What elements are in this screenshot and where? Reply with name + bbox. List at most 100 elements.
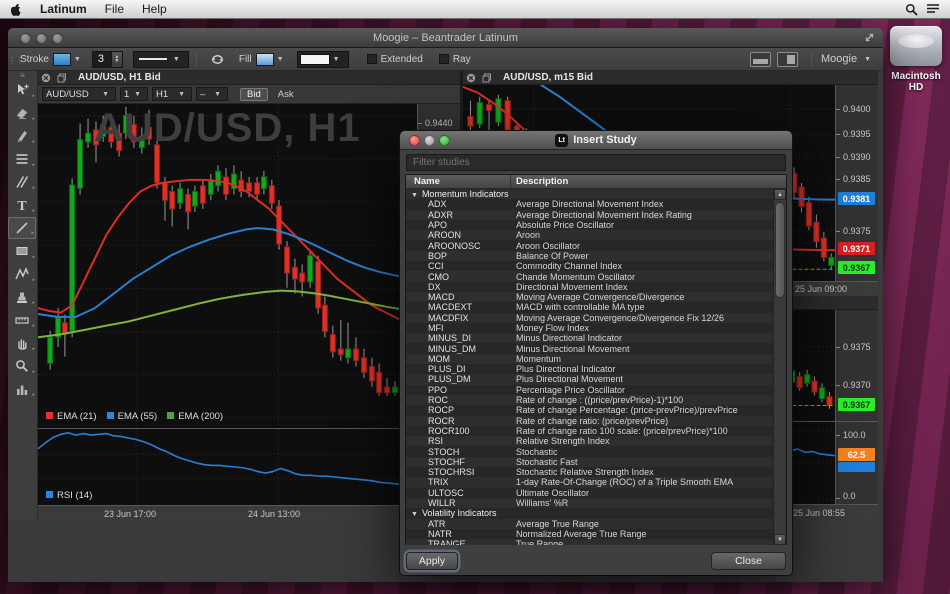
study-row[interactable]: ROCP Rate of change Percentage: (price-pr… [406,405,773,416]
chart-bottom-price-axis[interactable]: 0.9375 0.9370 0.9367 100.0 62.5 0.0 [835,310,878,504]
study-row[interactable]: MFI Money Flow Index [406,322,773,334]
tool-hand-icon[interactable]: ▸ [8,332,36,354]
study-row[interactable]: ROCR Rate of change ratio: (price/prevPri… [406,415,773,426]
table-header[interactable]: Name Description [406,175,786,189]
scroll-down-icon[interactable]: ▼ [774,534,786,545]
study-row[interactable]: PLUS_DI Plus Directional Indicator [406,364,773,375]
study-row[interactable]: NATR Normalized Average True Range [406,528,773,540]
column-name[interactable]: Name [406,175,511,188]
study-row[interactable]: PPO Percentage Price Oscillator [406,384,773,395]
tool-histogram-icon[interactable]: ▸ [8,378,36,400]
study-row[interactable]: CMO Chande Momentum Oscillator [406,271,773,282]
layout-vertical-split-button[interactable] [776,51,798,67]
close-window-button[interactable] [20,33,31,44]
layout-horizontal-split-button[interactable] [749,51,771,67]
close-chart-icon[interactable] [466,73,476,83]
study-row[interactable]: BOP Balance Of Power [406,250,773,262]
tool-h-lines-icon[interactable]: ▸ [8,148,36,170]
second-color-select[interactable]: ▼ [296,50,349,68]
study-row[interactable]: AROONOSC Aroon Oscillator [406,240,773,251]
study-row[interactable]: MOM Momentum [406,353,773,365]
profile-dropdown-arrow[interactable]: ▼ [864,56,871,63]
study-row[interactable]: ADXR Average Directional Movement Index R… [406,209,773,220]
disclosure-triangle-icon[interactable]: ▼ [411,192,418,199]
minimize-window-button[interactable] [36,33,47,44]
study-row[interactable]: MACDFIX Moving Average Convergence/Diverg… [406,312,773,323]
study-row[interactable]: MINUS_DI Minus Directional Indicator [406,333,773,344]
tool-parallel-lines-icon[interactable]: ▸ [8,171,36,193]
stroke-color-dropdown-arrow[interactable]: ▼ [74,56,81,63]
close-button[interactable]: Close [711,552,786,570]
stroke-width-stepper[interactable]: 3 ▲ ▼ [91,50,123,68]
dialog-zoom-button[interactable] [439,135,450,146]
filter-studies-input[interactable] [406,154,786,171]
style-select[interactable]: – ▼ [196,87,228,101]
ray-checkbox[interactable] [438,54,449,64]
apply-button[interactable]: Apply [406,552,458,570]
study-row[interactable]: AROON Aroon [406,230,773,241]
study-row[interactable]: STOCHF Stochastic Fast [406,456,773,468]
expand-window-icon[interactable] [864,32,875,43]
timeframe-select[interactable]: H1 ▼ [152,87,192,101]
chart-h1-price-pane[interactable]: AUD/USD, H1 EMA (21) EMA (55) EMA (200) [38,104,417,428]
chart-h1-time-axis[interactable]: 23 Jun 17:00 24 Jun 13:00 [38,505,460,521]
chart-h1-tab-bar[interactable]: AUD/USD, H1 Bid [38,71,460,85]
study-row[interactable]: APO Absolute Price Oscillator [406,219,773,231]
dialog-title-bar[interactable]: Lt Insert Study [400,131,792,150]
tool-magnifier-icon[interactable]: ▸ [8,355,36,377]
bid-button[interactable]: Bid [240,87,268,101]
study-group-row[interactable]: ▼ Volatility Indicators [406,508,773,519]
toolbar-grip[interactable]: ⋮⋮ [8,56,24,64]
column-description[interactable]: Description [511,175,786,188]
study-row[interactable]: ADX Average Directional Movement Index [406,199,773,210]
study-row[interactable]: MACD Moving Average Convergence/Divergenc… [406,291,773,303]
restore-chart-icon[interactable] [482,73,492,83]
tool-ruler-icon[interactable]: ▸ [8,309,36,331]
disclosure-triangle-icon[interactable]: ▼ [411,511,418,518]
study-group-row[interactable]: ▼ Momentum Indicators [406,189,773,200]
fill-color-dropdown-arrow[interactable]: ▼ [277,56,284,63]
desktop-drive-icon[interactable]: Macintosh HD [884,26,948,93]
chart-m15-tab-bar[interactable]: AUD/USD, m15 Bid [463,71,878,85]
study-row[interactable]: RSI Relative Strength Index [406,436,773,447]
ask-button[interactable]: Ask [278,89,294,100]
study-row[interactable]: CCI Commodity Channel Index [406,261,773,272]
tool-stamp-icon[interactable]: ▸ [8,286,36,308]
restore-chart-icon[interactable] [57,73,67,83]
scrollbar[interactable]: ▲ ▼ [773,189,786,545]
study-row[interactable]: STOCHRSI Stochastic Relative Strength Ind… [406,467,773,478]
study-row[interactable]: MACDEXT MACD with controllable MA type [406,302,773,313]
tool-cursor-add-icon[interactable]: ▸ [8,79,36,101]
tool-zigzag-icon[interactable]: ▸ [8,263,36,285]
study-row[interactable]: ROC Rate of change : ((price/prevPrice)-1… [406,394,773,406]
spotlight-search-icon[interactable] [900,0,922,18]
study-row[interactable]: DX Directional Movement Index [406,281,773,292]
symbol-select[interactable]: AUD/USD ▼ [42,87,116,101]
study-row[interactable]: PLUS_DM Plus Directional Movement [406,374,773,385]
study-row[interactable]: ULTOSC Ultimate Oscillator [406,487,773,498]
menu-app-name[interactable]: Latinum [31,0,96,18]
menu-file[interactable]: File [96,0,133,18]
close-chart-icon[interactable] [41,73,51,83]
window-title-bar[interactable]: Moogie – Beantrader Latinum [8,28,883,48]
menu-help[interactable]: Help [133,0,176,18]
study-row[interactable]: STOCH Stochastic [406,446,773,457]
line-style-select[interactable]: ▼ [132,50,189,68]
chart-h1-rsi-pane[interactable]: RSI (14) [38,428,417,505]
scroll-thumb[interactable] [775,202,785,298]
study-row[interactable]: WILLR Williams' %R [406,497,773,509]
study-row[interactable]: TRANGE True Range [406,539,773,545]
tool-rectangle-icon[interactable]: ▸ [8,240,36,262]
study-row[interactable]: ROCR100 Rate of change ratio 100 scale: (… [406,425,773,437]
tool-eraser-icon[interactable]: ▸ [8,102,36,124]
apple-menu[interactable] [0,0,31,18]
sidebar-grip[interactable]: ≡ [8,71,37,80]
count-select[interactable]: 1 ▼ [120,87,148,101]
tool-pen-icon[interactable]: ▸ [8,125,36,147]
profile-selector[interactable]: Moogie [821,53,857,65]
study-row[interactable]: MINUS_DM Minus Directional Movement [406,343,773,354]
zoom-window-button[interactable] [52,33,63,44]
extended-checkbox[interactable] [366,54,377,64]
dialog-minimize-button[interactable] [424,135,435,146]
chart-m15-price-axis[interactable]: 0.9400 0.9395 0.9390 0.9385 0.9375 0.938… [835,85,878,281]
